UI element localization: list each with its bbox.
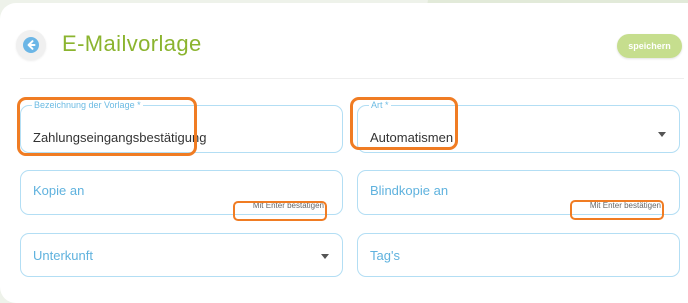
highlight-cc-hint: [233, 201, 327, 221]
highlight-bcc-hint: [570, 200, 664, 220]
tags-placeholder: Tag's: [370, 248, 400, 263]
page-title: E-Mailvorlage: [62, 31, 202, 56]
header-divider: [20, 78, 684, 79]
dropdown-arrow-icon: [321, 254, 329, 259]
save-button[interactable]: speichern: [617, 34, 682, 58]
accommodation-select[interactable]: Unterkunft: [20, 233, 343, 277]
dropdown-arrow-icon: [658, 132, 666, 137]
highlight-template-name: [17, 97, 197, 156]
arrow-left-icon: [23, 37, 39, 53]
tags-field[interactable]: Tag's: [357, 233, 680, 277]
email-template-card: E-Mailvorlage speichern Bezeichnung der …: [0, 3, 688, 303]
cc-placeholder: Kopie an: [33, 183, 85, 198]
highlight-type: [350, 97, 458, 150]
accommodation-placeholder: Unterkunft: [33, 248, 93, 263]
back-button[interactable]: [16, 30, 46, 60]
bcc-placeholder: Blindkopie an: [370, 183, 449, 198]
